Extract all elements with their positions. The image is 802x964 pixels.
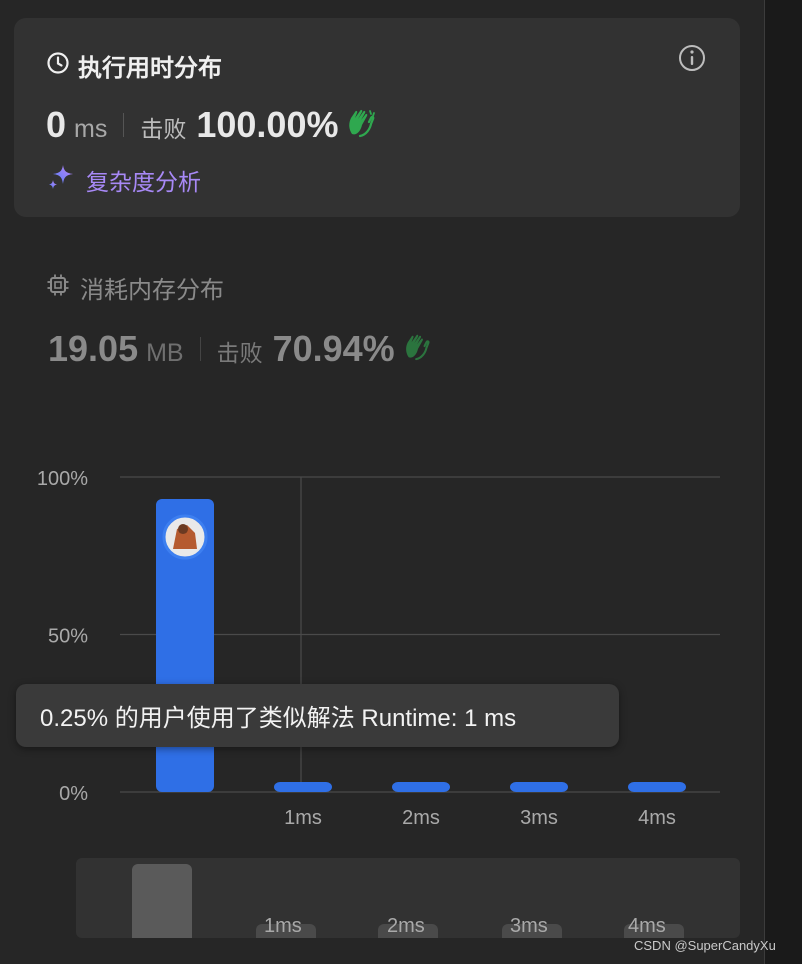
watermark: CSDN @SuperCandyXu xyxy=(634,938,776,953)
x-tick-label: 2ms xyxy=(402,807,440,829)
divider xyxy=(123,113,125,137)
memory-title-row[interactable]: 消耗内存分布 xyxy=(46,270,224,305)
memory-title: 消耗内存分布 xyxy=(80,276,224,304)
mini-tick-label: 4ms xyxy=(628,915,666,937)
mini-bar-highlight xyxy=(132,864,192,938)
memory-stat-row: 19.05 MB 击败 70.94% xyxy=(48,328,433,370)
bar-1ms xyxy=(274,782,332,792)
chip-icon xyxy=(46,273,70,302)
bar-4ms xyxy=(628,782,686,792)
clap-icon xyxy=(403,333,433,366)
bar-2ms xyxy=(392,782,450,792)
bar-3ms xyxy=(510,782,568,792)
right-panel-edge xyxy=(764,0,802,964)
sparkle-icon xyxy=(46,162,76,197)
y-tick-label: 0% xyxy=(59,783,88,805)
clap-icon xyxy=(346,108,378,143)
mini-tick-label: 2ms xyxy=(387,915,425,937)
memory-beat-label: 击败 xyxy=(216,341,263,367)
chart-tooltip: 0.25% 的用户使用了类似解法 Runtime: 1 ms xyxy=(16,684,619,747)
y-tick-label: 100% xyxy=(37,468,88,490)
runtime-card[interactable]: 执行用时分布 0 ms 击败 100.00% 复杂度分析 xyxy=(14,18,740,217)
divider xyxy=(199,337,201,361)
complexity-link-label: 复杂度分析 xyxy=(86,169,201,196)
x-tick-label: 1ms xyxy=(284,807,322,829)
x-tick-label: 4ms xyxy=(638,807,676,829)
runtime-beat-value: 100.00% xyxy=(196,104,339,145)
runtime-title-row: 执行用时分布 xyxy=(46,48,222,83)
memory-value: 19.05 xyxy=(48,328,139,369)
runtime-title: 执行用时分布 xyxy=(78,54,222,82)
memory-beat-value: 70.94% xyxy=(272,328,395,369)
mini-tick-label: 1ms xyxy=(264,915,302,937)
runtime-value: 0 xyxy=(46,104,67,145)
y-tick-label: 50% xyxy=(48,626,88,648)
range-selector-chart[interactable]: 1ms 2ms 3ms 4ms xyxy=(76,858,740,938)
runtime-beat-label: 击败 xyxy=(140,117,187,143)
runtime-stat-row: 0 ms 击败 100.00% xyxy=(46,104,378,146)
runtime-distribution-chart[interactable]: 100% 50% 0% 1ms 2ms 3ms 4ms xyxy=(0,440,740,840)
avatar-head xyxy=(178,524,188,535)
x-tick-label: 3ms xyxy=(520,807,558,829)
memory-unit: MB xyxy=(146,339,184,367)
clock-icon xyxy=(46,51,70,80)
info-icon[interactable] xyxy=(678,44,706,77)
runtime-unit: ms xyxy=(74,115,108,143)
complexity-analysis-link[interactable]: 复杂度分析 xyxy=(46,162,201,197)
mini-tick-label: 3ms xyxy=(510,915,548,937)
